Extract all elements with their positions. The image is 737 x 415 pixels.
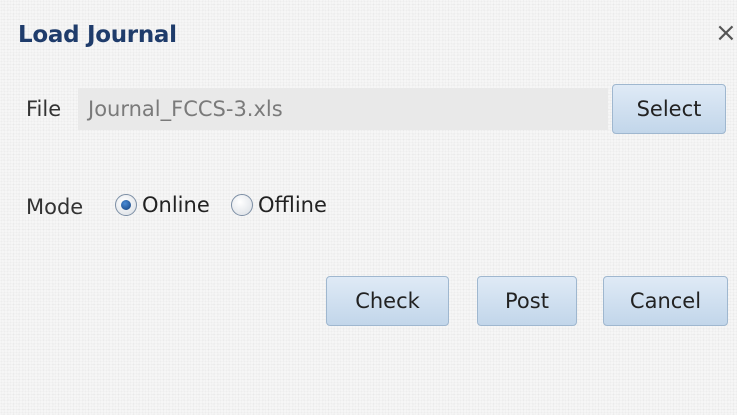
dialog-title: Load Journal (18, 22, 177, 48)
load-journal-dialog: Load Journal × File Journal_FCCS-3.xls S… (0, 0, 737, 415)
radio-selected-icon[interactable] (115, 194, 137, 216)
file-path-field[interactable]: Journal_FCCS-3.xls (78, 88, 608, 130)
radio-label-offline: Offline (258, 193, 327, 217)
mode-offline-radio[interactable]: Offline (231, 193, 327, 217)
check-button[interactable]: Check (326, 276, 449, 326)
post-button[interactable]: Post (477, 276, 577, 326)
mode-label: Mode (26, 195, 84, 219)
close-icon[interactable]: × (715, 20, 737, 46)
mode-online-radio[interactable]: Online (115, 193, 210, 217)
cancel-button[interactable]: Cancel (603, 276, 728, 326)
radio-unselected-icon[interactable] (231, 194, 253, 216)
radio-label-online: Online (142, 193, 210, 217)
select-button[interactable]: Select (612, 84, 726, 134)
file-label: File (26, 97, 62, 121)
